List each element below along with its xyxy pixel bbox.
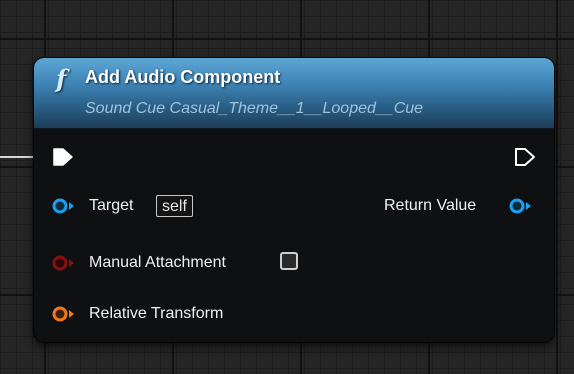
- relative-transform-label: Relative Transform: [89, 305, 224, 322]
- exec-out-pin-icon[interactable]: [514, 147, 536, 167]
- function-icon: f: [56, 64, 67, 93]
- exec-in-pin-icon[interactable]: [52, 147, 74, 167]
- manual-attachment-pin-icon[interactable]: [51, 254, 77, 272]
- relative-transform-pin-icon[interactable]: [51, 305, 77, 323]
- target-default-value[interactable]: self: [156, 195, 193, 217]
- target-pin-icon[interactable]: [51, 197, 77, 215]
- node-title: Add Audio Component: [85, 67, 281, 87]
- return-value-label: Return Value: [384, 197, 477, 214]
- node-subtitle: Sound Cue Casual_Theme__1__Looped__Cue: [85, 100, 424, 117]
- node-header[interactable]: f Add Audio Component Sound Cue Casual_T…: [34, 58, 554, 129]
- manual-attachment-checkbox[interactable]: [280, 252, 298, 270]
- target-label: Target: [89, 197, 134, 214]
- return-value-pin-icon[interactable]: [508, 197, 534, 215]
- manual-attachment-label: Manual Attachment: [89, 254, 226, 271]
